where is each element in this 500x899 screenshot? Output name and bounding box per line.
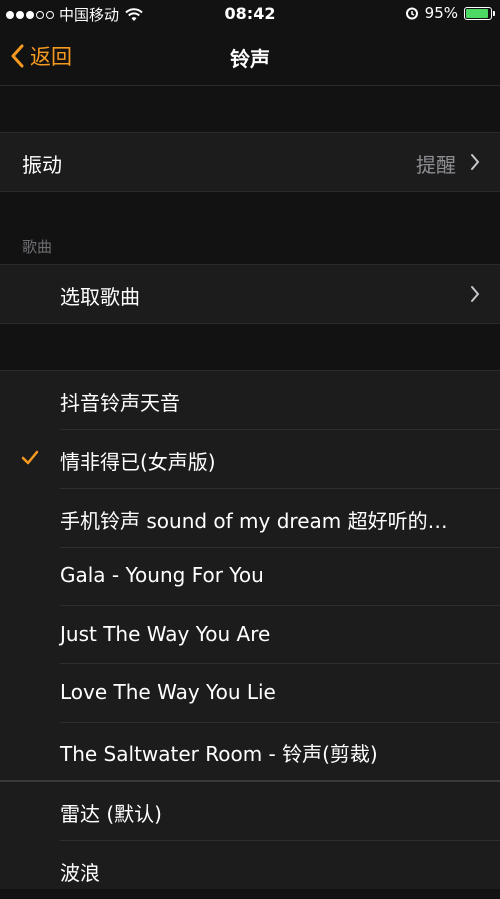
vibration-label: 振动 [22, 153, 62, 177]
status-right: 95% [405, 4, 495, 22]
system-tone-label: 雷达 (默认) [60, 802, 162, 826]
vibration-group: 振动 提醒 [0, 132, 500, 192]
ringtone-label: 情非得已(女声版) [60, 450, 216, 474]
pick-song-row[interactable]: 选取歌曲 [0, 265, 500, 323]
status-bar: 中国移动 08:42 95% [0, 0, 500, 28]
system-tone-list: 雷达 (默认) 波浪 [0, 782, 500, 889]
ringtone-label: 抖音铃声天音 [60, 391, 180, 415]
system-tone-row[interactable]: 波浪 [0, 841, 500, 899]
system-tone-row[interactable]: 雷达 (默认) [0, 782, 500, 840]
page-title: 铃声 [230, 47, 270, 71]
battery-percent: 95% [424, 4, 458, 22]
ringtone-row[interactable]: 手机铃声 sound of my dream 超好听的… [0, 489, 500, 547]
ringtone-label: 手机铃声 sound of my dream 超好听的… [60, 509, 448, 533]
ringtone-row[interactable]: Gala - Young For You [0, 547, 500, 605]
checkmark-icon [21, 450, 39, 465]
ringtone-list: 抖音铃声天音 情非得已(女声版) 手机铃声 sound of my dream … [0, 370, 500, 781]
battery-icon [464, 6, 495, 20]
ringtone-row[interactable]: Love The Way You Lie [0, 664, 500, 722]
ringtone-row-selected[interactable]: 情非得已(女声版) [0, 430, 500, 488]
songs-section-header: 歌曲 [22, 238, 53, 256]
ringtone-label: Gala - Young For You [60, 563, 264, 587]
alarm-clock-icon [405, 7, 418, 20]
ringtone-row[interactable]: Just The Way You Are [0, 606, 500, 664]
vibration-row[interactable]: 振动 提醒 [0, 133, 500, 191]
vibration-value: 提醒 [416, 153, 456, 177]
chevron-right-icon [471, 286, 480, 302]
navigation-bar: 返回 铃声 [0, 28, 500, 86]
ringtone-label: Love The Way You Lie [60, 680, 276, 704]
pick-song-label: 选取歌曲 [60, 285, 140, 309]
ringtone-label: The Saltwater Room - 铃声(剪裁) [60, 742, 378, 766]
ringtone-row[interactable]: 抖音铃声天音 [0, 371, 500, 429]
chevron-right-icon [471, 154, 480, 170]
system-tone-label: 波浪 [60, 861, 100, 885]
pick-song-group: 选取歌曲 [0, 264, 500, 324]
ringtone-row[interactable]: The Saltwater Room - 铃声(剪裁) [0, 722, 500, 780]
ringtone-label: Just The Way You Are [60, 622, 271, 646]
